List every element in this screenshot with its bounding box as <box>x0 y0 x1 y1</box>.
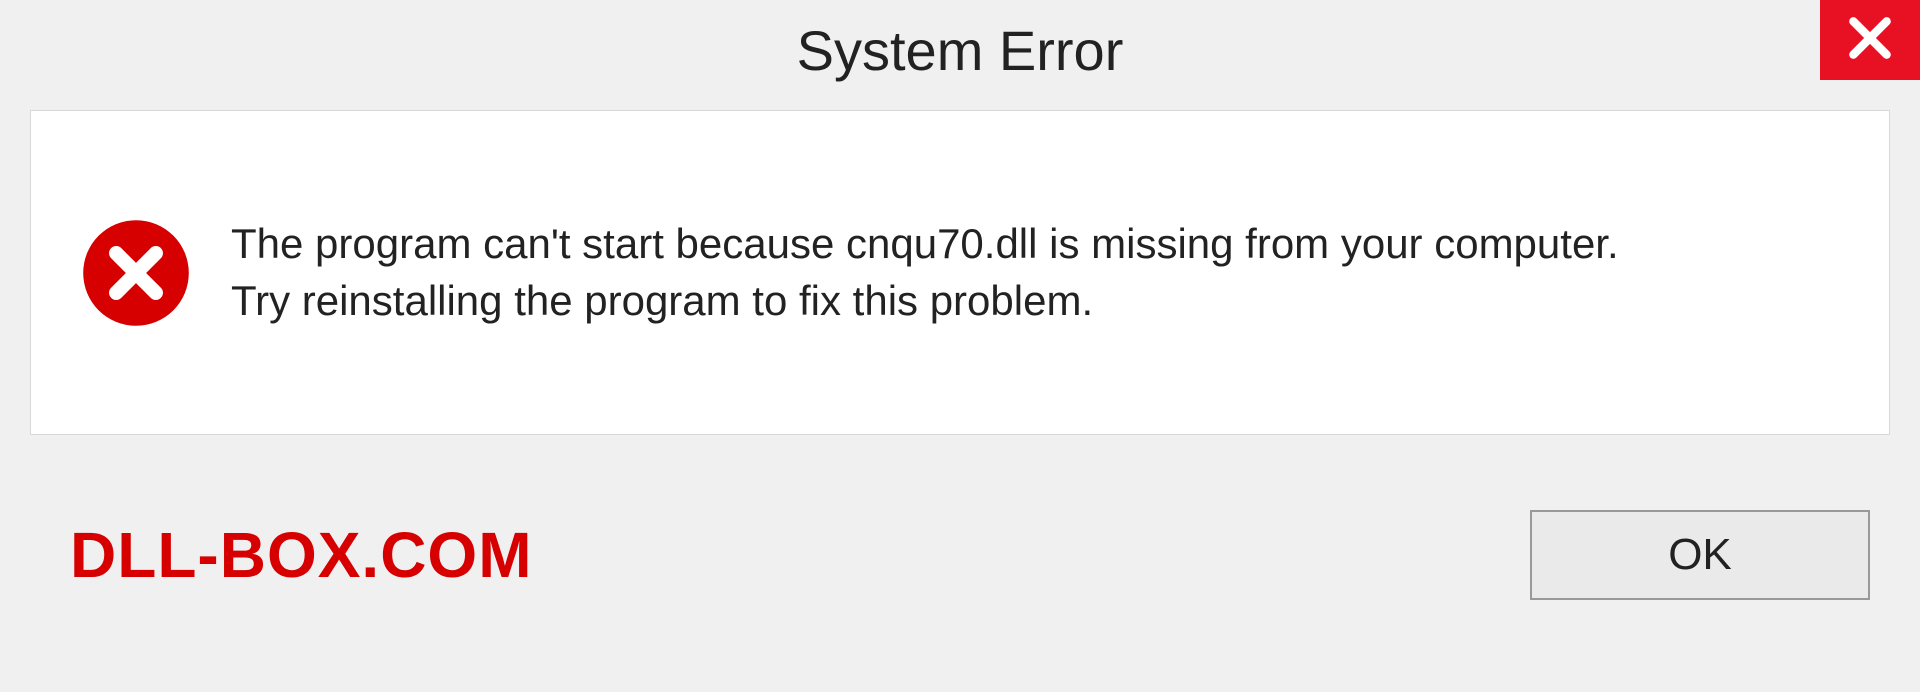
window-title: System Error <box>797 18 1124 83</box>
footer: DLL-BOX.COM OK <box>30 435 1890 675</box>
error-message: The program can't start because cnqu70.d… <box>231 216 1619 329</box>
error-message-line2: Try reinstalling the program to fix this… <box>231 273 1619 330</box>
error-message-line1: The program can't start because cnqu70.d… <box>231 216 1619 273</box>
ok-button-label: OK <box>1668 530 1732 580</box>
ok-button[interactable]: OK <box>1530 510 1870 600</box>
watermark-text: DLL-BOX.COM <box>70 518 533 592</box>
error-dialog: System Error The program can't start bec… <box>0 0 1920 692</box>
content-panel: The program can't start because cnqu70.d… <box>30 110 1890 435</box>
close-button[interactable] <box>1820 0 1920 80</box>
titlebar: System Error <box>0 0 1920 100</box>
error-icon <box>81 218 191 328</box>
close-icon <box>1845 13 1895 68</box>
